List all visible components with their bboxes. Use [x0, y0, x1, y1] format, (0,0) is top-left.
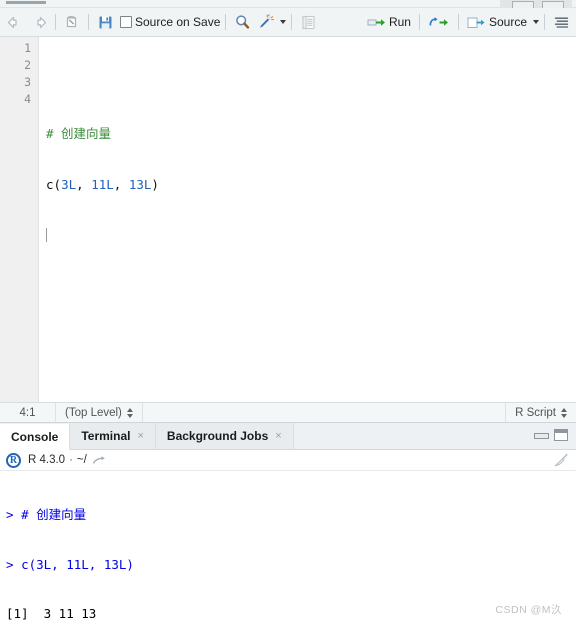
tab-console-label: Console	[11, 429, 59, 444]
r-version-label: R 4.3.0	[28, 454, 66, 466]
tab-bar-filler	[293, 423, 534, 449]
compile-report-icon[interactable]	[297, 11, 319, 33]
editor-status-bar: 4:1 (Top Level) R Script	[0, 402, 576, 423]
window-chrome-sliver	[0, 0, 576, 8]
source-tab-stub	[6, 1, 46, 4]
console-prompt: >	[6, 556, 22, 572]
console-line: [1] 3 11 13	[6, 606, 570, 623]
file-type-selector[interactable]: R Script	[505, 402, 576, 423]
file-type-label: R Script	[515, 406, 556, 419]
code-separator-token: ,	[76, 177, 92, 192]
toolbar-divider-4	[291, 14, 293, 30]
r-logo-letter: R	[9, 454, 18, 466]
scope-label: (Top Level)	[65, 406, 122, 419]
source-on-save-checkbox[interactable]	[120, 16, 132, 28]
close-icon[interactable]: ×	[275, 430, 281, 442]
console-echo-text: c(3L, 11L, 13L)	[21, 556, 134, 572]
code-close-paren-token: )	[151, 177, 159, 192]
code-tools-icon[interactable]	[254, 11, 277, 33]
code-line-2: # 创建向量	[46, 125, 576, 142]
editor-text-cursor	[46, 228, 47, 242]
source-chevron-down-icon[interactable]	[533, 20, 539, 24]
maximize-panel-stub-icon[interactable]	[542, 1, 564, 8]
save-icon[interactable]	[94, 11, 116, 33]
r-logo-icon: R	[6, 452, 21, 468]
toolbar-divider-7	[544, 14, 545, 30]
console-echo-text: # 创建向量	[21, 507, 87, 522]
line-number: 4	[24, 92, 31, 106]
line-number: 2	[24, 58, 31, 72]
source-on-save-control[interactable]: Source on Save	[116, 15, 220, 29]
code-line-4	[46, 227, 576, 244]
toolbar-divider	[55, 14, 56, 30]
line-number-gutter: 1 2 3 4	[0, 37, 39, 402]
code-line-3: c(3L, 11L, 13L)	[46, 176, 576, 193]
console-prompt: >	[6, 507, 22, 522]
back-icon[interactable]	[4, 11, 27, 33]
code-separator-token: ,	[113, 177, 129, 192]
code-number-token: 11L	[91, 177, 114, 192]
code-function-call-token: c(	[46, 177, 62, 192]
console-line: > # 创建向量	[6, 507, 570, 524]
minimize-panel-icon[interactable]	[534, 430, 549, 439]
source-previous-icon[interactable]	[425, 11, 453, 33]
console-panel: Console Terminal × Background Jobs × R R…	[0, 422, 576, 626]
toolbar-divider-5	[418, 14, 420, 30]
forward-icon[interactable]	[27, 11, 50, 33]
cursor-position-value: 4:1	[19, 406, 36, 419]
find-replace-icon[interactable]	[231, 11, 254, 33]
source-label: Source	[488, 15, 527, 29]
up-down-arrows-icon	[126, 407, 133, 418]
console-result-text: [1] 3 11 13	[6, 606, 97, 621]
code-comment-token: # 创建向量	[46, 126, 112, 141]
minimize-panel-stub-icon[interactable]	[512, 1, 534, 8]
show-in-new-window-icon[interactable]	[61, 11, 83, 33]
console-tab-bar: Console Terminal × Background Jobs ×	[0, 423, 576, 450]
toolbar-divider-2	[88, 14, 89, 30]
document-outline-icon[interactable]	[550, 11, 572, 33]
close-icon[interactable]: ×	[137, 430, 143, 442]
line-number: 3	[24, 75, 31, 89]
code-text-area[interactable]: # 创建向量 c(3L, 11L, 13L)	[39, 37, 576, 402]
header-separator: ·	[69, 454, 73, 466]
maximize-panel-icon[interactable]	[554, 428, 568, 441]
line-number: 1	[24, 41, 31, 55]
code-number-token: 3L	[61, 177, 77, 192]
run-label: Run	[388, 15, 411, 29]
rstudio-window: Source on Save Run Source 1 2 3 4 # 创建向量…	[0, 0, 576, 626]
tab-terminal[interactable]: Terminal ×	[70, 423, 156, 449]
tab-console[interactable]: Console	[0, 424, 71, 450]
toolbar-divider-6	[457, 14, 459, 30]
tab-background-jobs-label: Background Jobs	[166, 429, 269, 443]
working-directory-label: ~/	[76, 454, 87, 466]
source-on-save-label: Source on Save	[135, 15, 221, 29]
tab-background-jobs[interactable]: Background Jobs ×	[155, 423, 294, 449]
up-down-arrows-icon	[561, 407, 567, 418]
console-output[interactable]: > # 创建向量 > c(3L, 11L, 13L) [1] 3 11 13 >	[0, 471, 576, 626]
watermark: CSDN @M汣	[495, 604, 562, 616]
source-editor-toolbar: Source on Save Run Source	[0, 8, 576, 37]
cursor-position-indicator: 4:1	[0, 402, 56, 423]
toolbar-divider-3	[225, 14, 227, 30]
panel-controls	[534, 423, 576, 449]
console-header: R R 4.3.0 · ~/	[0, 450, 576, 471]
source-button[interactable]: Source	[464, 11, 530, 33]
code-number-token: 13L	[128, 177, 152, 192]
scope-selector[interactable]: (Top Level)	[56, 402, 143, 423]
tab-terminal-label: Terminal	[81, 429, 131, 443]
run-button[interactable]: Run	[364, 11, 414, 33]
open-in-window-icon[interactable]	[92, 455, 106, 466]
broom-clear-console-icon[interactable]	[553, 453, 570, 468]
console-line: > c(3L, 11L, 13L)	[6, 557, 570, 574]
source-editor-body[interactable]: 1 2 3 4 # 创建向量 c(3L, 11L, 13L)	[0, 37, 576, 402]
code-tools-chevron-down-icon[interactable]	[280, 20, 287, 24]
